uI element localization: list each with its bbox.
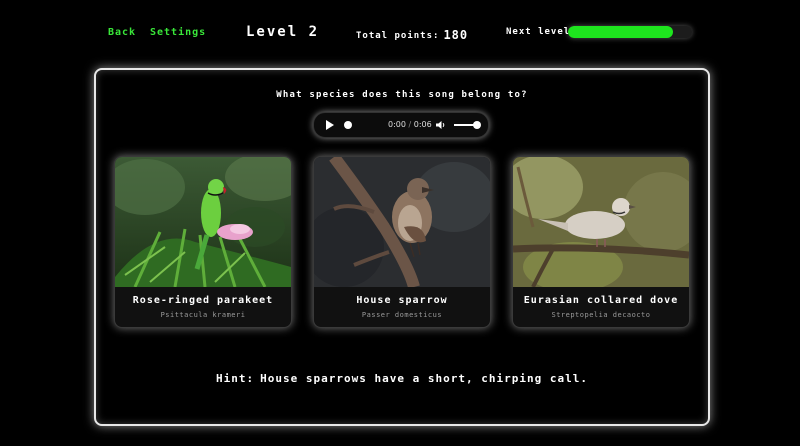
option-scientific-name: Psittacula krameri: [160, 311, 246, 319]
hint-label: Hint:: [216, 372, 255, 385]
option-scientific-name: Passer domesticus: [361, 311, 443, 319]
hint: Hint: House sparrows have a short, chirpi…: [96, 372, 708, 385]
back-link[interactable]: Back: [108, 27, 136, 38]
sparrow-photo: [314, 157, 490, 287]
audio-current-time: 0:00: [388, 120, 406, 129]
play-icon[interactable]: [326, 120, 334, 130]
option-name: House sparrow: [356, 295, 448, 306]
hint-text: House sparrows have a short, chirping ca…: [260, 372, 588, 385]
volume-icon[interactable]: [436, 120, 446, 130]
option-card-eurasian-collared-dove[interactable]: Eurasian collared dove Streptopelia deca…: [512, 156, 690, 328]
audio-duration: 0:06: [413, 120, 432, 129]
total-points: Total points: 180: [356, 27, 469, 42]
seek-handle[interactable]: [344, 121, 352, 129]
next-level-label: Next level:: [506, 27, 577, 37]
points-value: 180: [443, 28, 469, 42]
next-level-progress-bar: [568, 26, 692, 38]
option-card-house-sparrow[interactable]: House sparrow Passer domesticus: [313, 156, 491, 328]
volume-handle[interactable]: [473, 121, 481, 129]
parakeet-photo: [115, 157, 291, 287]
question-text: What species does this song belong to?: [276, 90, 528, 100]
level-title: Level 2: [246, 24, 320, 40]
dove-photo: [513, 157, 689, 287]
option-card-rose-ringed-parakeet[interactable]: Rose-ringed parakeet Psittacula krameri: [114, 156, 292, 328]
top-bar: Back Settings Level 2 Total points: 180 N…: [0, 0, 800, 66]
option-name: Eurasian collared dove: [523, 295, 679, 306]
option-name: Rose-ringed parakeet: [132, 295, 274, 306]
audio-time: 0:00 / 0:06: [388, 120, 432, 129]
points-label: Total points:: [356, 31, 440, 41]
quiz-panel: What species does this song belong to? 0…: [94, 68, 710, 426]
settings-link[interactable]: Settings: [150, 27, 206, 38]
audio-player[interactable]: 0:00 / 0:06: [313, 112, 489, 138]
option-scientific-name: Streptopelia decaocto: [551, 311, 651, 319]
next-level-progress-fill: [568, 26, 674, 38]
